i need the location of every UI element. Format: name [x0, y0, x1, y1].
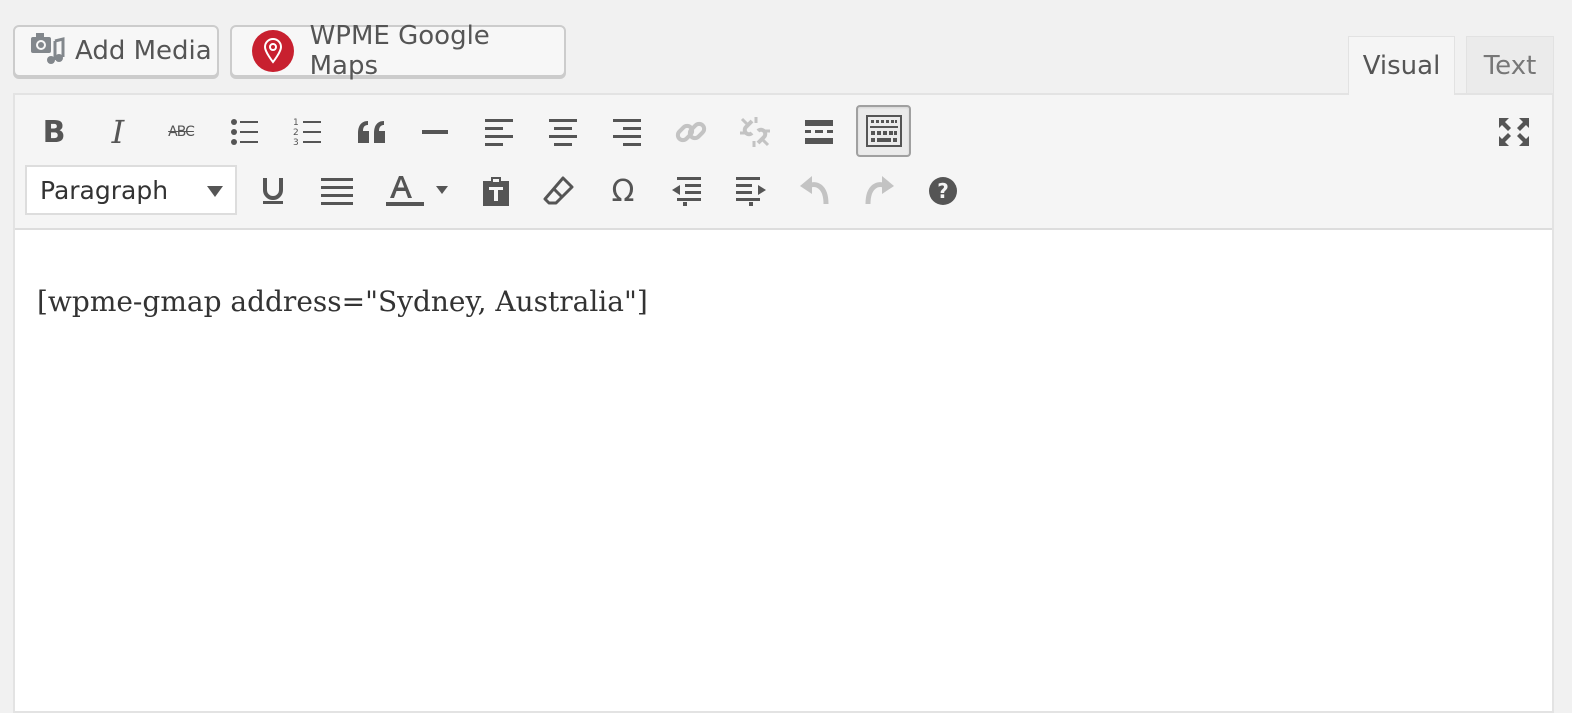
wpme-google-maps-label: WPME Google Maps	[309, 21, 490, 81]
toolbar-toggle-button[interactable]	[856, 105, 911, 157]
horizontal-line-button[interactable]	[411, 107, 461, 157]
indent-icon	[735, 176, 767, 206]
special-character-button[interactable]: Ω	[598, 166, 648, 216]
text-color-button[interactable]	[377, 166, 453, 216]
eraser-icon	[543, 175, 575, 207]
bulleted-list-button[interactable]	[220, 107, 270, 157]
italic-icon: I	[111, 113, 125, 151]
keyboard-icon	[865, 115, 902, 147]
align-left-button[interactable]	[474, 107, 524, 157]
bold-icon: B	[42, 114, 66, 150]
svg-text:?: ?	[937, 179, 949, 203]
editor-content[interactable]: [wpme-gmap address="Sydney, Australia"]	[37, 285, 648, 318]
text-color-icon	[382, 174, 448, 208]
numbered-list-button[interactable]: 1 2 3	[283, 107, 333, 157]
blockquote-button[interactable]	[347, 107, 397, 157]
omega-icon: Ω	[611, 173, 635, 209]
outdent-button[interactable]	[662, 166, 712, 216]
tab-visual[interactable]: Visual	[1348, 36, 1455, 95]
chevron-down-icon	[207, 186, 223, 197]
clear-formatting-button[interactable]	[534, 166, 584, 216]
read-more-button[interactable]	[794, 107, 844, 157]
map-pin-icon	[252, 30, 294, 72]
justify-icon	[320, 177, 354, 205]
undo-icon	[798, 174, 832, 208]
underline-button[interactable]	[248, 166, 298, 216]
svg-text:1: 1	[293, 118, 299, 128]
bulleted-list-icon	[230, 118, 260, 146]
fullscreen-icon	[1497, 116, 1531, 148]
editor-toolbar: B I ABC 1 2 3 Paragraph Ω ?	[15, 95, 1552, 230]
clipboard-text-icon	[480, 175, 512, 207]
paste-as-text-button[interactable]	[471, 166, 521, 216]
align-center-button[interactable]	[538, 107, 588, 157]
svg-text:2: 2	[293, 128, 299, 138]
horizontal-line-icon	[422, 129, 450, 135]
read-more-icon	[804, 118, 834, 146]
indent-button[interactable]	[726, 166, 776, 216]
tab-visual-label: Visual	[1362, 51, 1441, 81]
tab-text-label: Text	[1483, 50, 1537, 81]
wpme-google-maps-button[interactable]: WPME Google Maps	[230, 21, 566, 81]
align-right-icon	[612, 118, 642, 146]
italic-button[interactable]: I	[93, 107, 143, 157]
redo-icon	[862, 174, 896, 208]
add-media-button[interactable]: Add Media	[13, 25, 219, 77]
undo-button[interactable]	[790, 166, 840, 216]
remove-link-button[interactable]	[730, 107, 780, 157]
numbered-list-icon: 1 2 3	[293, 117, 323, 147]
unlink-icon	[738, 115, 772, 149]
bold-button[interactable]: B	[29, 107, 79, 157]
fullscreen-button[interactable]	[1489, 107, 1539, 157]
add-media-label: Add Media	[75, 36, 212, 66]
tab-text[interactable]: Text	[1466, 36, 1554, 94]
link-icon	[674, 115, 708, 149]
blockquote-icon	[356, 119, 388, 145]
redo-button[interactable]	[854, 166, 904, 216]
svg-text:3: 3	[293, 138, 299, 147]
insert-link-button[interactable]	[666, 107, 716, 157]
underline-icon	[261, 176, 285, 206]
outdent-icon	[671, 176, 703, 206]
add-media-icon	[29, 31, 65, 72]
help-button[interactable]: ?	[918, 166, 968, 216]
strikethrough-icon: ABC	[168, 124, 195, 140]
format-select[interactable]: Paragraph	[25, 165, 237, 215]
strikethrough-button[interactable]: ABC	[156, 107, 206, 157]
help-icon: ?	[928, 176, 958, 206]
align-center-icon	[548, 118, 578, 146]
format-select-value: Paragraph	[40, 175, 169, 205]
editor-container: B I ABC 1 2 3 Paragraph Ω ? [wpme-gmap a…	[13, 93, 1554, 713]
justify-button[interactable]	[312, 166, 362, 216]
align-right-button[interactable]	[602, 107, 652, 157]
align-left-icon	[484, 118, 514, 146]
